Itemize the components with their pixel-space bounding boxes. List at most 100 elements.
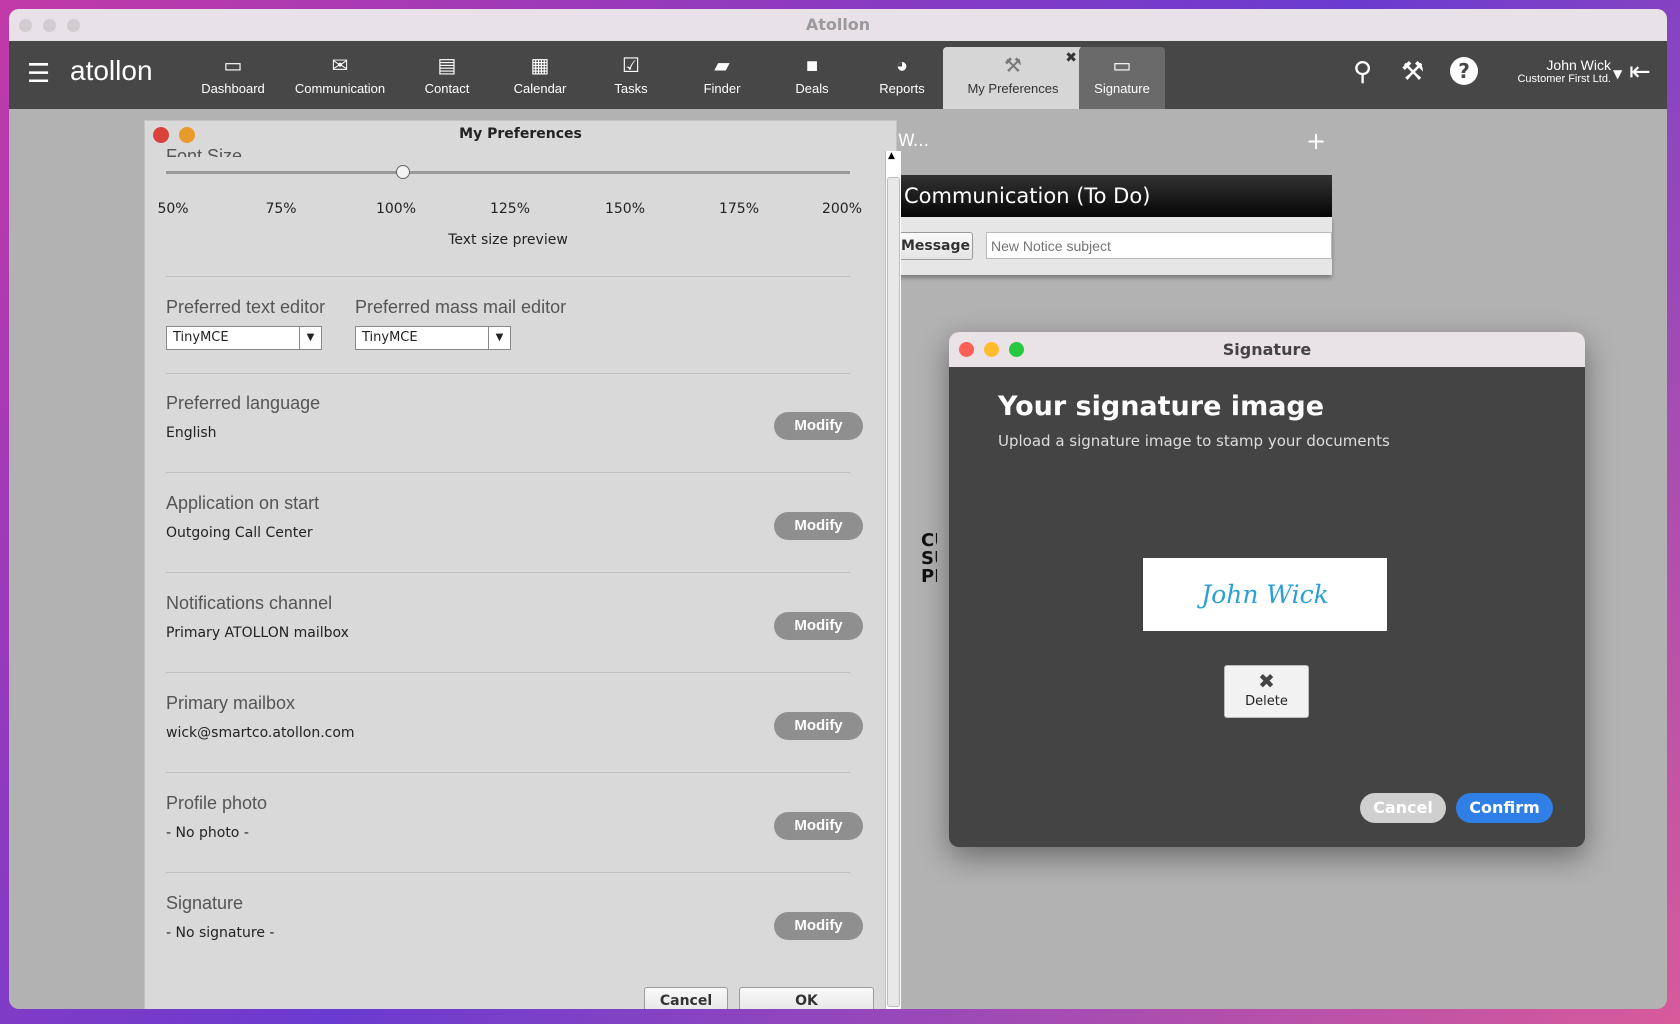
checkbox-icon: ☑ xyxy=(622,55,640,77)
hamburger-menu-icon[interactable]: ☰ xyxy=(27,61,53,87)
font-size-slider[interactable] xyxy=(166,171,850,174)
dropdown-arrow-icon: ▼ xyxy=(488,327,510,349)
tick-label: 150% xyxy=(604,201,646,217)
scrollbar-thumb[interactable] xyxy=(887,177,900,1007)
scroll-up-icon[interactable]: ▲ xyxy=(888,151,895,161)
signature-dialog: Signature Your signature image Upload a … xyxy=(949,332,1585,847)
nav-finder[interactable]: ▰ Finder xyxy=(689,41,755,109)
delete-button[interactable]: ✖ Delete xyxy=(1224,665,1309,718)
pref-section-application-on-start: Application on start Outgoing Call Cente… xyxy=(145,473,871,573)
dialog-title: My Preferences xyxy=(459,126,582,142)
dialog-title: Signature xyxy=(1222,340,1312,359)
logout-icon[interactable]: ⇤ xyxy=(1629,57,1651,87)
add-tab-icon[interactable]: + xyxy=(1306,127,1326,155)
nav-calendar[interactable]: ▦ Calendar xyxy=(502,41,578,109)
user-menu[interactable]: John Wick Customer First Ltd. xyxy=(1489,57,1611,85)
modify-photo-button[interactable]: Modify xyxy=(774,812,863,840)
section-label: Signature xyxy=(166,893,244,913)
zoom-dialog-button[interactable] xyxy=(1009,342,1024,357)
section-value: Outgoing Call Center xyxy=(166,525,313,541)
confirm-button[interactable]: Confirm xyxy=(1456,793,1553,823)
help-icon[interactable]: ? xyxy=(1450,57,1478,85)
window-icon: ▭ xyxy=(1112,55,1132,77)
section-label: Primary mailbox xyxy=(166,693,296,713)
nav-label: Finder xyxy=(703,81,741,96)
modify-signature-button[interactable]: Modify xyxy=(774,912,863,940)
pref-section-language: Preferred language English Modify xyxy=(145,373,871,473)
pref-section-profile-photo: Profile photo - No photo - Modify xyxy=(145,773,871,873)
user-company: Customer First Ltd. xyxy=(1517,73,1611,85)
divider xyxy=(166,276,850,277)
wrench-icon: ⚒ xyxy=(1004,55,1022,77)
nav-contact[interactable]: ▤ Contact xyxy=(412,41,482,109)
window-titlebar: Atollon xyxy=(9,9,1667,41)
scrollbar[interactable]: ▲ ▼ xyxy=(885,151,901,1009)
search-icon[interactable]: ⚲ xyxy=(1353,57,1372,87)
notice-subject-input[interactable] xyxy=(986,232,1332,259)
pref-section-notifications: Notifications channel Primary ATOLLON ma… xyxy=(145,573,871,673)
nav-label: Reports xyxy=(879,81,925,96)
tick-label: 200% xyxy=(821,201,863,217)
section-label: Application on start xyxy=(166,493,320,513)
tick-label: 75% xyxy=(265,201,297,217)
briefcase-icon: ■ xyxy=(805,55,819,77)
delete-x-icon: ✖ xyxy=(1258,669,1275,693)
logo-text: PL xyxy=(921,566,937,586)
nav-tasks[interactable]: ☑ Tasks xyxy=(598,41,664,109)
settings-wrench-icon[interactable]: ⚒ xyxy=(1401,57,1424,87)
section-label: Notifications channel xyxy=(166,593,333,613)
minimize-dialog-button[interactable] xyxy=(984,342,999,357)
tick-label: 50% xyxy=(157,201,189,217)
signature-subtitle: Upload a signature image to stamp your d… xyxy=(998,432,1390,450)
pref-section-primary-mailbox: Primary mailbox wick@smartco.atollon.com… xyxy=(145,673,871,773)
chevron-down-icon[interactable]: ▼ xyxy=(1613,67,1622,81)
my-preferences-dialog: My Preferences Font Size 50% 75% 100% 12… xyxy=(144,120,901,1009)
font-size-slider-thumb[interactable] xyxy=(396,165,410,179)
atollon-logo[interactable]: atollon xyxy=(70,55,153,87)
envelope-icon: ✉ xyxy=(331,55,349,77)
nav-deals[interactable]: ■ Deals xyxy=(779,41,845,109)
tab-my-preferences[interactable]: ⚒ My Preferences ✖ xyxy=(943,47,1083,109)
tick-label: 175% xyxy=(718,201,760,217)
ok-button[interactable]: OK xyxy=(739,987,874,1009)
close-tab-icon[interactable]: ✖ xyxy=(1065,49,1077,66)
pie-chart-icon: ◕ xyxy=(895,55,909,77)
delete-label: Delete xyxy=(1245,694,1288,709)
nav-label: Calendar xyxy=(513,81,567,96)
nav-label: Communication xyxy=(294,81,386,96)
nav-label: Deals xyxy=(795,81,829,96)
nav-dashboard[interactable]: ▭ Dashboard xyxy=(195,41,271,109)
nav-label: My Preferences xyxy=(967,81,1059,96)
modify-application-button[interactable]: Modify xyxy=(774,512,863,540)
modify-language-button[interactable]: Modify xyxy=(774,412,863,440)
communication-panel: Message xyxy=(896,217,1332,275)
mass-mail-editor-label: Preferred mass mail editor xyxy=(355,297,567,317)
section-label: Profile photo xyxy=(166,793,268,813)
cancel-button[interactable]: Cancel xyxy=(1360,793,1446,823)
text-editor-select[interactable]: TinyMCE ▼ xyxy=(166,326,322,350)
section-value: wick@smartco.atollon.com xyxy=(166,725,355,741)
dashboard-icon: ▭ xyxy=(223,55,243,77)
nav-reports[interactable]: ◕ Reports xyxy=(869,41,935,109)
close-window-button[interactable] xyxy=(19,19,32,32)
background-tab-title[interactable]: W... xyxy=(898,131,929,151)
nav-label: Tasks xyxy=(614,81,648,96)
nav-communication[interactable]: ✉ Communication xyxy=(287,41,393,109)
close-dialog-button[interactable] xyxy=(959,342,974,357)
message-button[interactable]: Message xyxy=(898,232,973,260)
select-value: TinyMCE xyxy=(362,330,418,345)
pref-section-signature: Signature - No signature - Modify xyxy=(145,873,871,973)
section-label: Preferred language xyxy=(166,393,321,413)
zoom-window-button[interactable] xyxy=(67,19,80,32)
tab-signature[interactable]: ▭ Signature xyxy=(1079,47,1165,109)
cancel-button[interactable]: Cancel xyxy=(644,987,728,1009)
calendar-icon: ▦ xyxy=(530,55,550,77)
modify-mailbox-button[interactable]: Modify xyxy=(774,712,863,740)
background-logo: CU SU PL xyxy=(897,532,937,586)
address-book-icon: ▤ xyxy=(437,55,457,77)
modify-notifications-button[interactable]: Modify xyxy=(774,612,863,640)
mass-mail-editor-select[interactable]: TinyMCE ▼ xyxy=(355,326,511,350)
tick-label: 125% xyxy=(489,201,531,217)
minimize-window-button[interactable] xyxy=(43,19,56,32)
text-size-preview: Text size preview xyxy=(448,232,568,248)
